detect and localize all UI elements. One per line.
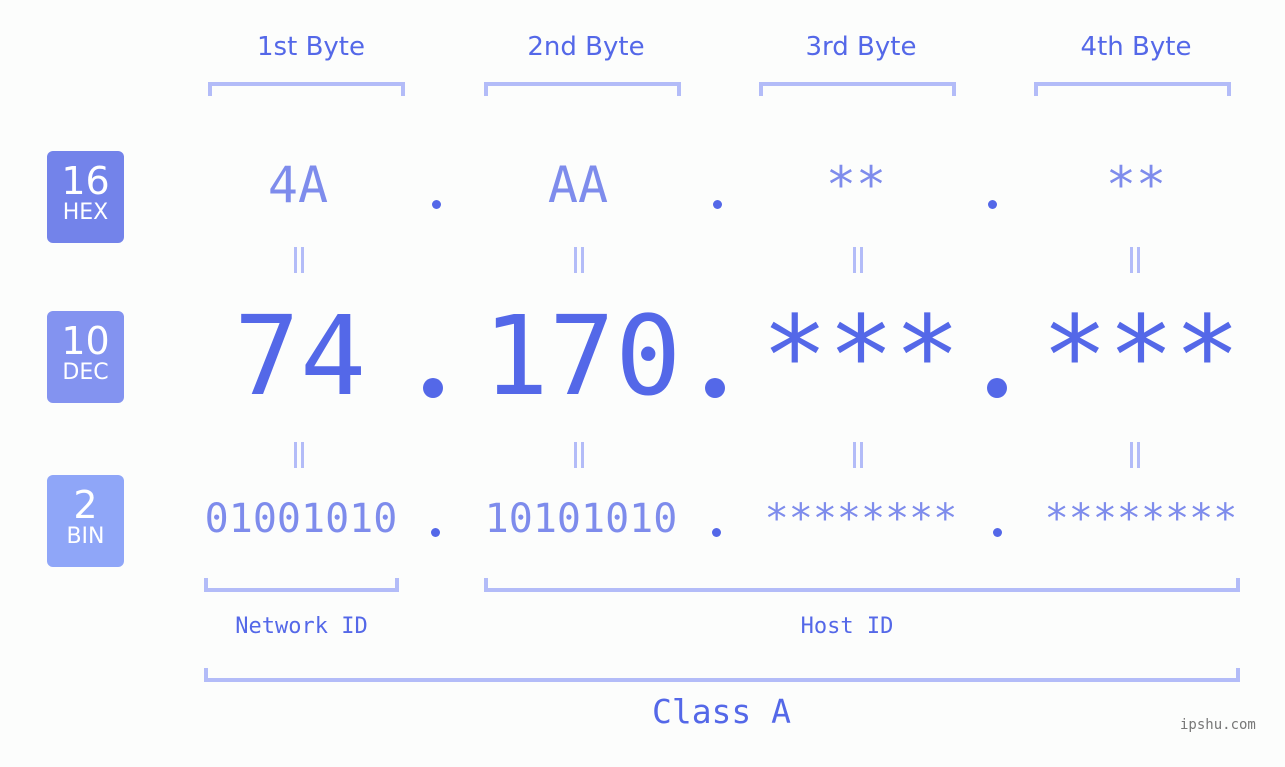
hex-byte-4: ** [1105,156,1167,214]
hex-dot-3 [988,200,997,209]
bin-byte-1: 01001010 [204,496,398,542]
dec-dot-2 [705,378,725,398]
dec-label: DEC [62,360,109,385]
bin-byte-2: 10101010 [484,496,678,542]
byte-header-2: 2nd Byte [527,32,645,62]
ip-class-label: Class A [651,692,792,731]
byte-header-4: 4th Byte [1080,32,1192,62]
bin-dot-2 [712,528,721,537]
network-id-bracket [204,578,399,592]
hex-byte-3: ** [825,156,887,214]
hex-base: 16 [61,159,110,203]
byte-bracket-3 [759,82,956,96]
hex-dot-1 [432,200,441,209]
dec-badge: 10 DEC [47,311,124,403]
byte-header-3: 3rd Byte [805,32,917,62]
hex-byte-1: 4A [267,156,329,214]
dec-byte-4: *** [1041,292,1241,420]
hex-byte-2: AA [547,156,609,214]
watermark: ipshu.com [1180,717,1256,733]
bin-base: 2 [73,483,98,527]
bin-label: BIN [66,524,105,549]
bin-byte-4: ******** [1044,496,1238,542]
bin-dot-1 [431,528,440,537]
byte-bracket-2 [484,82,681,96]
dec-byte-1: 74 [233,292,367,420]
dec-byte-3: *** [761,292,961,420]
host-id-label: Host ID [800,614,894,639]
dec-dot-1 [423,378,443,398]
bin-badge: 2 BIN [47,475,124,567]
host-id-bracket [484,578,1240,592]
hex-dot-2 [713,200,722,209]
class-bracket [204,668,1240,682]
dec-base: 10 [61,319,110,363]
network-id-label: Network ID [235,614,368,639]
byte-header-1: 1st Byte [257,32,365,62]
dec-dot-3 [987,378,1007,398]
byte-bracket-1 [208,82,405,96]
bin-byte-3: ******** [764,496,958,542]
dec-byte-2: 170 [482,292,682,420]
bin-dot-3 [993,528,1002,537]
hex-label: HEX [62,200,109,225]
byte-bracket-4 [1034,82,1231,96]
hex-badge: 16 HEX [47,151,124,243]
